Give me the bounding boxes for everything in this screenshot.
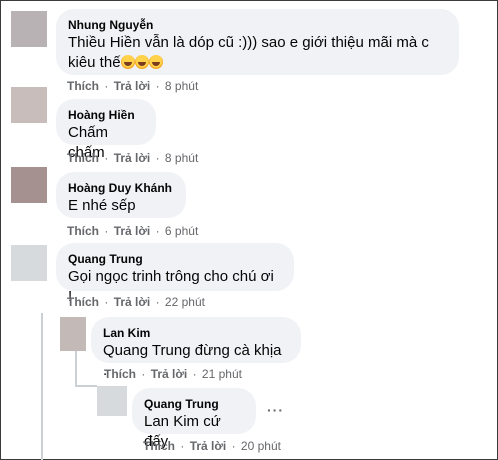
comment-bubble: Nhung Nguyễn Thiều Hiền vẫn là dóp cũ :)…: [56, 9, 459, 75]
comment-actions: Thích · Trả lời · 8 phút: [67, 150, 198, 166]
comment-actions: Thích · Trả lời · 8 phút: [67, 78, 198, 94]
like-button[interactable]: Thích: [143, 439, 175, 453]
comment-author[interactable]: Quang Trung: [144, 396, 244, 412]
comment-time[interactable]: 6 phút: [165, 224, 198, 238]
thread-line: [75, 347, 77, 385]
comment-bubble: Hoàng Duy Khánh E nhé sếp: [56, 172, 186, 218]
separator: ·: [104, 295, 109, 309]
avatar[interactable]: [60, 317, 86, 351]
separator: ·: [155, 224, 160, 238]
comment-time[interactable]: 20 phút: [241, 439, 281, 453]
comment-author[interactable]: Quang Trung: [68, 251, 282, 267]
comment-author[interactable]: Lan Kim: [103, 325, 289, 341]
separator: ·: [104, 79, 109, 93]
separator: ·: [180, 439, 185, 453]
like-button[interactable]: Thích: [67, 79, 99, 93]
comment-actions: Thích · Trả lời · 6 phút: [67, 223, 198, 239]
comment-author[interactable]: Hoàng Duy Khánh: [68, 180, 174, 196]
reply-button[interactable]: Trả lời: [114, 79, 151, 93]
separator: ·: [104, 224, 109, 238]
like-button[interactable]: Thích: [67, 151, 99, 165]
comment-time[interactable]: 8 phút: [165, 79, 198, 93]
like-button[interactable]: Thích: [104, 367, 136, 381]
comment-bubble: Quang Trung Gọi ngọc trinh trông cho chú…: [56, 243, 294, 305]
more-options-icon[interactable]: ···: [267, 402, 284, 418]
reply-button[interactable]: Trả lời: [190, 439, 227, 453]
separator: ·: [231, 439, 236, 453]
separator: ·: [141, 367, 146, 381]
avatar[interactable]: [11, 245, 47, 281]
avatar[interactable]: [11, 167, 47, 203]
reply-button[interactable]: Trả lời: [114, 295, 151, 309]
comment-text-line: kiêu thế: [68, 54, 121, 71]
separator: ·: [155, 295, 160, 309]
thread-line: [41, 313, 43, 460]
comment-author[interactable]: Hoàng Hiền: [68, 107, 144, 123]
comment-text: E nhé sếp: [68, 197, 136, 214]
reply-button[interactable]: Trả lời: [114, 224, 151, 238]
comment-time[interactable]: 22 phút: [165, 295, 205, 309]
comment-text-line: Thiều Hiền vẫn là dóp cũ :))) sao e giới…: [68, 34, 429, 51]
separator: ·: [155, 79, 160, 93]
avatar[interactable]: [97, 386, 127, 416]
comment-time[interactable]: 8 phút: [165, 151, 198, 165]
avatar[interactable]: [11, 87, 47, 123]
comment-time[interactable]: 21 phút: [202, 367, 242, 381]
laughing-emoji-icon: [120, 55, 135, 69]
laughing-emoji-icon: [134, 55, 149, 69]
comment-bubble: Lan Kim Quang Trung đừng cà khịa .: [91, 317, 301, 379]
separator: ·: [104, 151, 109, 165]
separator: ·: [192, 367, 197, 381]
separator: ·: [155, 151, 160, 165]
comment-author[interactable]: Nhung Nguyễn: [68, 17, 447, 33]
thread-line: [75, 385, 97, 387]
comment-text: Thiều Hiền vẫn là dóp cũ :))) sao e giới…: [68, 33, 447, 53]
comment-actions: Thích · Trả lời · 22 phút: [67, 294, 205, 310]
comment-bubble: Hoàng Hiền Chấm chấm: [56, 99, 156, 161]
laughing-emoji-icon: [148, 55, 163, 69]
reply-button[interactable]: Trả lời: [114, 151, 151, 165]
avatar[interactable]: [11, 11, 47, 47]
comment-actions: Thích · Trả lời · 20 phút: [143, 438, 281, 454]
like-button[interactable]: Thích: [67, 295, 99, 309]
like-button[interactable]: Thích: [67, 224, 99, 238]
comment-bubble: Quang Trung Lan Kim cứ đấy: [132, 388, 256, 450]
comment-actions: Thích · Trả lời · 21 phút: [104, 366, 242, 382]
mention-link[interactable]: Quang Trung: [103, 342, 191, 359]
reply-button[interactable]: Trả lời: [151, 367, 188, 381]
comment-text: kiêu thế: [68, 53, 447, 73]
mention-link[interactable]: Lan Kim: [144, 413, 199, 430]
